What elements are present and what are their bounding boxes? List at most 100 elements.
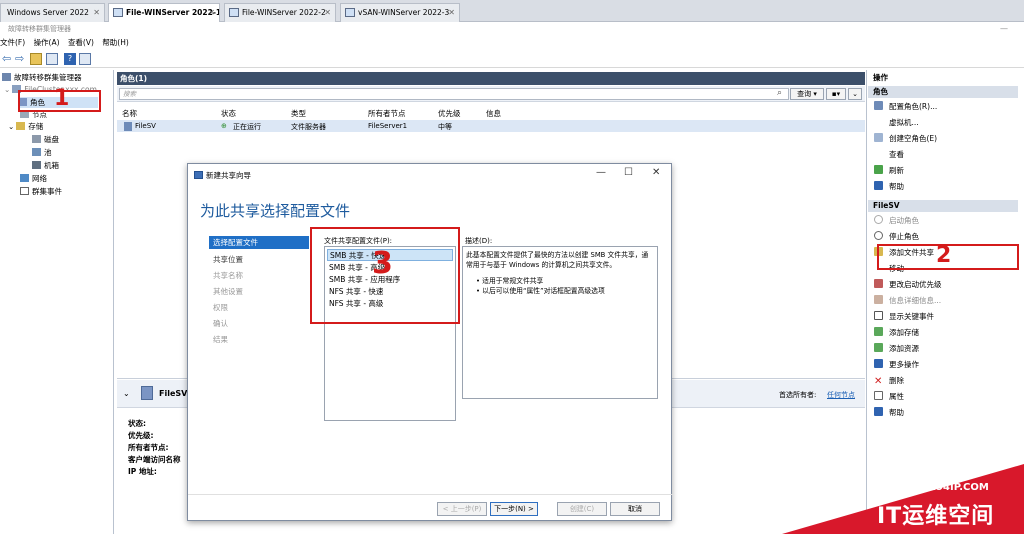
pool-icon [32, 148, 41, 156]
action-more-actions[interactable]: 更多操作 [874, 359, 919, 371]
action-help[interactable]: 帮助 [874, 181, 904, 193]
action-start-role[interactable]: 启动角色 [874, 215, 919, 227]
row-owner: FileServer1 [368, 122, 408, 130]
refresh-icon [874, 165, 883, 174]
column-header-status[interactable]: 状态 [221, 108, 236, 119]
column-header-type[interactable]: 类型 [291, 108, 306, 119]
minimize-button[interactable]: — [1000, 22, 1008, 36]
action-configure-role[interactable]: 配置角色(R)... [874, 101, 937, 113]
add-resource-icon [874, 343, 883, 352]
enclosure-icon [32, 161, 41, 169]
column-header-priority[interactable]: 优先级 [438, 108, 461, 119]
tree-enclosures[interactable]: 机箱 [32, 160, 59, 171]
start-icon [874, 215, 883, 224]
close-icon[interactable]: ✕ [208, 4, 215, 21]
close-button[interactable]: ✕ [652, 167, 660, 178]
action-refresh[interactable]: 刷新 [874, 165, 904, 177]
tree-pools[interactable]: 池 [32, 147, 52, 158]
action-properties[interactable]: 属性 [874, 391, 904, 403]
back-arrow-icon[interactable]: ⇦ [2, 53, 14, 65]
tree-cluster-events[interactable]: 群集事件 [20, 186, 62, 197]
action-view[interactable]: 查看 [874, 149, 904, 161]
create-button[interactable]: 创建(C) [557, 502, 607, 516]
forward-arrow-icon[interactable]: ⇨ [15, 53, 27, 65]
tab-file-winserver-1[interactable]: File-WINServer 2022-1 ✕ [108, 3, 220, 23]
action-help-2[interactable]: 帮助 [874, 407, 904, 419]
detail-label-status: 状态: [128, 419, 146, 428]
watermark: WWW.94IP.COM IT运维空间 [782, 464, 1024, 534]
role-icon [124, 122, 132, 131]
next-button[interactable]: 下一步(N) > [490, 502, 538, 516]
action-show-critical-events[interactable]: 显示关键事件 [874, 311, 934, 323]
menu-file[interactable]: 文件(F) [0, 36, 25, 50]
action-add-resource[interactable]: 添加资源 [874, 343, 919, 355]
description-bullet: • 以后可以使用“属性”对话框配置高级选项 [476, 287, 605, 295]
column-header-name[interactable]: 名称 [122, 108, 137, 119]
search-icon[interactable]: ⌕ [777, 88, 782, 98]
detail-label-ip: IP 地址: [128, 467, 157, 476]
detail-label-priority: 优先级: [128, 431, 154, 440]
search-input[interactable]: 搜索 [119, 88, 789, 100]
close-icon[interactable]: ✕ [448, 4, 455, 21]
column-header-info[interactable]: 信息 [486, 108, 501, 119]
help-icon [874, 407, 883, 416]
tab-windows-server-2022[interactable]: Windows Server 2022 ✕ [0, 3, 105, 22]
menu-bar: 文件(F) 操作(A) 查看(V) 帮助(H) [0, 36, 1024, 50]
actions-filesv-header[interactable]: FileSV [868, 200, 1018, 212]
help-icon[interactable]: ? [64, 53, 76, 65]
step-share-name: 共享名称 [213, 271, 243, 280]
step-permissions: 权限 [213, 303, 228, 312]
tab-vsan-winserver-3[interactable]: vSAN-WINServer 2022-3 ✕ [340, 3, 460, 22]
table-row[interactable] [117, 120, 865, 132]
action-add-storage[interactable]: 添加存储 [874, 327, 919, 339]
menu-help[interactable]: 帮助(H) [102, 36, 129, 50]
folder-up-icon[interactable] [30, 53, 42, 65]
query-button[interactable]: 查询 ▾ [790, 88, 824, 100]
description-label: 描述(D): [465, 237, 493, 245]
menu-action[interactable]: 操作(A) [34, 36, 60, 50]
action-virtual-machines[interactable]: 虚拟机... [874, 117, 919, 129]
toolbar: ⇦ ⇨ ? [0, 50, 1024, 68]
minimize-button[interactable]: — [596, 167, 606, 178]
vm-icon [229, 8, 239, 17]
menu-view[interactable]: 查看(V) [68, 36, 94, 50]
preferred-owner-link[interactable]: 任何节点 [827, 390, 855, 400]
cancel-button[interactable]: 取消 [610, 502, 660, 516]
show-tree-icon[interactable] [46, 53, 58, 65]
roles-header: 角色(1) [117, 72, 865, 85]
tree-storage[interactable]: ⌄ 存储 [8, 121, 43, 132]
role-icon [141, 386, 153, 400]
screen: Windows Server 2022 ✕ File-WINServer 2022… [0, 0, 1024, 534]
help-icon [874, 181, 883, 190]
prev-button[interactable]: < 上一步(P) [437, 502, 487, 516]
tree-root[interactable]: 故障转移群集管理器 [2, 72, 82, 83]
action-pane-icon[interactable] [79, 53, 91, 65]
delete-icon: ✕ [874, 376, 883, 387]
close-icon[interactable]: ✕ [93, 4, 100, 21]
column-header-owner[interactable]: 所有者节点 [368, 108, 406, 119]
events-icon [874, 311, 883, 320]
chevron-down-icon: ⌄ [4, 85, 11, 94]
row-type: 文件服务器 [291, 123, 326, 131]
action-create-empty-role[interactable]: 创建空角色(E) [874, 133, 937, 145]
step-select-profile[interactable]: 选择配置文件 [209, 236, 309, 249]
status-running-icon: ⊕ [221, 122, 227, 130]
action-delete[interactable]: ✕ 删除 [874, 375, 904, 387]
step-share-location[interactable]: 共享位置 [213, 254, 243, 265]
expand-button[interactable]: ⌄ [848, 88, 862, 100]
actions-roles-header[interactable]: 角色 [868, 86, 1018, 98]
chevron-down-icon[interactable]: ⌄ [123, 389, 130, 398]
action-info-details[interactable]: 信息详细信息... [874, 295, 941, 307]
events-icon [20, 187, 29, 195]
tree-networks[interactable]: 网络 [20, 173, 47, 184]
step-confirm: 确认 [213, 319, 228, 328]
action-stop-role[interactable]: 停止角色 [874, 231, 919, 243]
new-share-wizard: 新建共享向导 — ☐ ✕ 为此共享选择配置文件 选择配置文件 共享位置 共享名称… [187, 163, 673, 521]
save-query-button[interactable]: ▪▾ [826, 88, 846, 100]
tree-disks[interactable]: 磁盘 [32, 134, 59, 145]
vm-tab-bar: Windows Server 2022 ✕ File-WINServer 2022… [0, 0, 1024, 23]
maximize-button[interactable]: ☐ [624, 167, 633, 178]
close-icon[interactable]: ✕ [324, 4, 331, 21]
tab-file-winserver-2[interactable]: File-WINServer 2022-2 ✕ [224, 3, 336, 22]
action-change-priority[interactable]: 更改启动优先级 [874, 279, 942, 291]
